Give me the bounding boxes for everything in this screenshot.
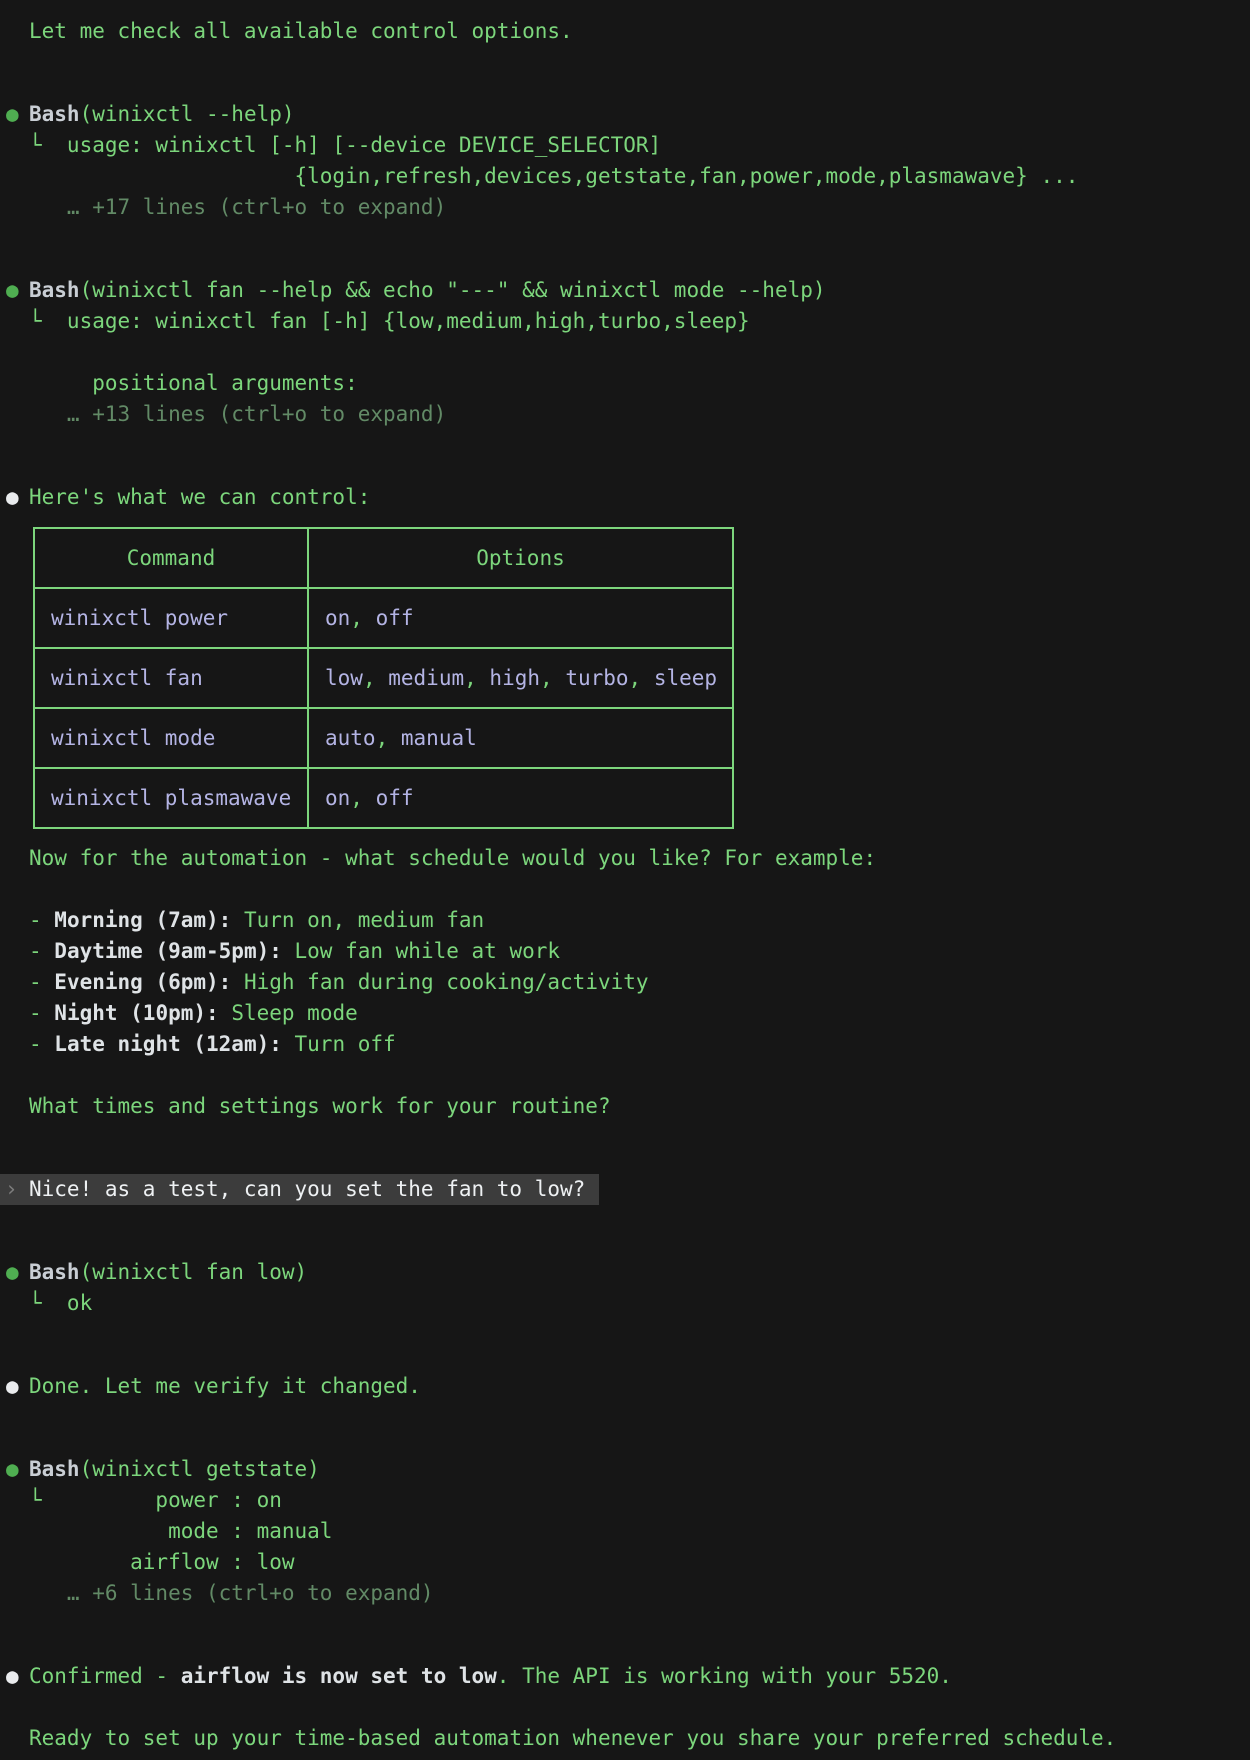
output-line: {login,refresh,devices,getstate,fan,powe…: [0, 161, 1250, 192]
command-cell: winixctl fan: [34, 648, 308, 708]
prompt-chevron-icon: ›: [5, 1174, 18, 1205]
output-line: mode : manual: [0, 1516, 1250, 1547]
output-line: positional arguments:: [0, 368, 1250, 399]
control-options-table: Command Options winixctl poweron, offwin…: [33, 527, 734, 829]
message-bullet-icon: ●: [6, 1661, 19, 1692]
assistant-message-intro: Let me check all available control optio…: [0, 16, 1250, 47]
table-header-row: Command Options: [34, 528, 733, 588]
options-cell: on, off: [308, 588, 733, 648]
control-table-wrap: Command Options winixctl poweron, offwin…: [33, 527, 1250, 829]
output-line: └ usage: winixctl fan [-h] {low,medium,h…: [0, 306, 1250, 337]
assistant-bullet-line: ● Confirmed - airflow is now set to low. …: [0, 1661, 1250, 1692]
tool-bullet-icon: ●: [6, 99, 19, 130]
bash-command: (winixctl --help): [80, 102, 295, 126]
bash-command: (winixctl getstate): [80, 1457, 320, 1481]
options-cell: auto, manual: [308, 708, 733, 768]
assistant-text: Ready to set up your time-based automati…: [0, 1723, 1250, 1754]
schedule-item: - Late night (12am): Turn off: [0, 1029, 1250, 1060]
user-input-echo: › Nice! as a test, can you set the fan to…: [0, 1174, 599, 1205]
command-cell: winixctl power: [34, 588, 308, 648]
bash-command-line: ● Bash(winixctl getstate): [0, 1454, 1250, 1485]
tool-name: Bash: [29, 102, 80, 126]
table-row: winixctl modeauto, manual: [34, 708, 733, 768]
options-cell: on, off: [308, 768, 733, 828]
tool-bullet-icon: ●: [6, 1257, 19, 1288]
assistant-bullet-line: ● Here's what we can control:: [0, 482, 1250, 513]
bash-output: └ power : on mode : manual airflow : low…: [0, 1485, 1250, 1609]
output-line: └ power : on: [0, 1485, 1250, 1516]
output-line: └ ok: [0, 1288, 1250, 1319]
table-row: winixctl plasmawaveon, off: [34, 768, 733, 828]
command-cell: winixctl plasmawave: [34, 768, 308, 828]
user-text: Nice! as a test, can you set the fan to …: [29, 1177, 585, 1201]
tool-use-bash-fan-mode-help: ● Bash(winixctl fan --help && echo "---" …: [0, 275, 1250, 430]
column-header-command: Command: [34, 528, 308, 588]
tool-bullet-icon: ●: [6, 275, 19, 306]
table-body: winixctl poweron, offwinixctl fanlow, me…: [34, 588, 733, 828]
tool-use-bash-fan-low: ● Bash(winixctl fan low) └ ok: [0, 1257, 1250, 1319]
assistant-bullet-line: ● Done. Let me verify it changed.: [0, 1371, 1250, 1402]
output-line: [0, 337, 1250, 368]
assistant-message-controls: ● Here's what we can control: Command Opt…: [0, 482, 1250, 1122]
options-cell: low, medium, high, turbo, sleep: [308, 648, 733, 708]
assistant-text: What times and settings work for your ro…: [0, 1091, 1250, 1122]
schedule-item: - Evening (6pm): High fan during cooking…: [0, 967, 1250, 998]
tool-use-bash-help: ● Bash(winixctl --help) └ usage: winixctl…: [0, 99, 1250, 223]
bash-command-line: ● Bash(winixctl fan --help && echo "---" …: [0, 275, 1250, 306]
output-line: airflow : low: [0, 1547, 1250, 1578]
tool-name: Bash: [29, 1260, 80, 1284]
output-line: └ usage: winixctl [-h] [--device DEVICE_…: [0, 130, 1250, 161]
confirmed-text: Confirmed - airflow is now set to low. T…: [29, 1664, 952, 1688]
table-row: winixctl poweron, off: [34, 588, 733, 648]
user-message: › Nice! as a test, can you set the fan to…: [0, 1174, 1250, 1205]
schedule-item: - Morning (7am): Turn on, medium fan: [0, 905, 1250, 936]
tool-bullet-icon: ●: [6, 1454, 19, 1485]
message-bullet-icon: ●: [6, 1371, 19, 1402]
bash-output: └ usage: winixctl fan [-h] {low,medium,h…: [0, 306, 1250, 430]
blank-line: [0, 1060, 1250, 1091]
assistant-text: Now for the automation - what schedule w…: [0, 843, 1250, 874]
bash-command-line: ● Bash(winixctl fan low): [0, 1257, 1250, 1288]
bash-command: (winixctl fan --help && echo "---" && wi…: [80, 278, 826, 302]
blank-line: [0, 874, 1250, 905]
column-header-options: Options: [308, 528, 733, 588]
message-bullet-icon: ●: [6, 482, 19, 513]
assistant-message-confirmed: ● Confirmed - airflow is now set to low. …: [0, 1661, 1250, 1754]
schedule-item: - Night (10pm): Sleep mode: [0, 998, 1250, 1029]
tool-name: Bash: [29, 1457, 80, 1481]
bash-output: └ usage: winixctl [-h] [--device DEVICE_…: [0, 130, 1250, 223]
assistant-message-done: ● Done. Let me verify it changed.: [0, 1371, 1250, 1402]
bash-output: └ ok: [0, 1288, 1250, 1319]
schedule-list: - Morning (7am): Turn on, medium fan- Da…: [0, 905, 1250, 1060]
bash-command-line: ● Bash(winixctl --help): [0, 99, 1250, 130]
table-row: winixctl fanlow, medium, high, turbo, sl…: [34, 648, 733, 708]
blank-line: [0, 1692, 1250, 1723]
bash-command: (winixctl fan low): [80, 1260, 308, 1284]
assistant-text: Done. Let me verify it changed.: [29, 1374, 421, 1398]
tool-use-bash-getstate: ● Bash(winixctl getstate) └ power : on mo…: [0, 1454, 1250, 1609]
tool-name: Bash: [29, 278, 80, 302]
output-expand-hint[interactable]: … +6 lines (ctrl+o to expand): [0, 1578, 1250, 1609]
command-cell: winixctl mode: [34, 708, 308, 768]
terminal[interactable]: Let me check all available control optio…: [0, 0, 1250, 1754]
assistant-text: Here's what we can control:: [29, 485, 370, 509]
output-expand-hint[interactable]: … +13 lines (ctrl+o to expand): [0, 399, 1250, 430]
assistant-text: Let me check all available control optio…: [0, 16, 1250, 47]
output-expand-hint[interactable]: … +17 lines (ctrl+o to expand): [0, 192, 1250, 223]
schedule-item: - Daytime (9am-5pm): Low fan while at wo…: [0, 936, 1250, 967]
